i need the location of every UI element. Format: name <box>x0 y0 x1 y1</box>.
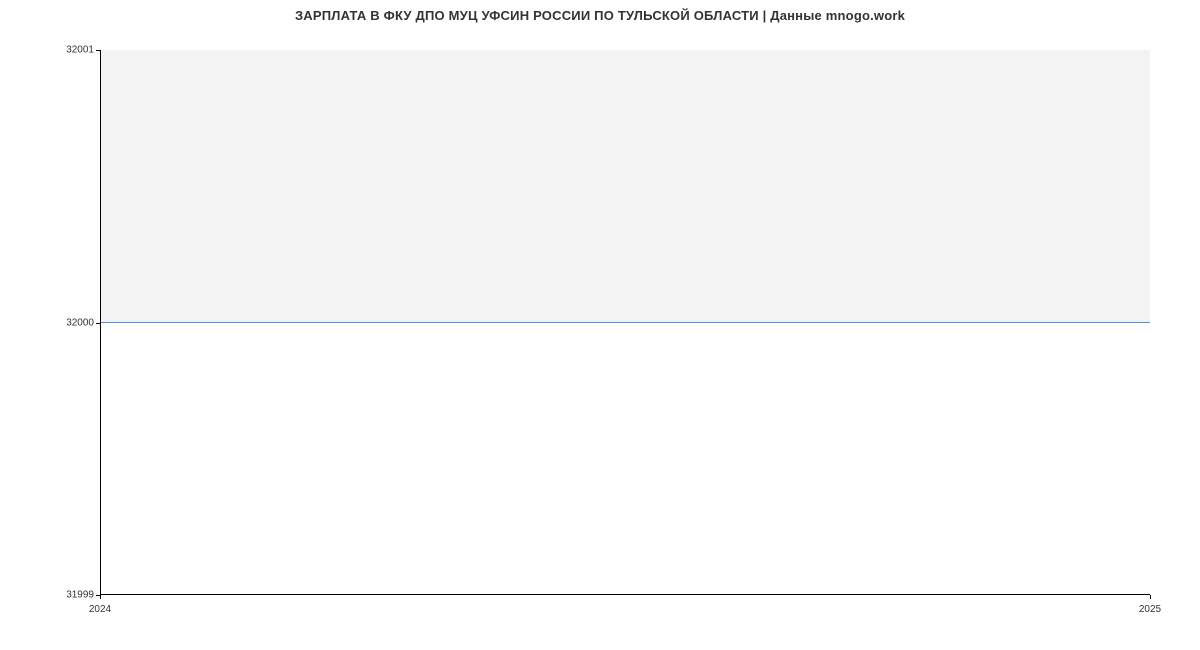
x-tick-label: 2024 <box>89 604 111 615</box>
x-tick-mark <box>1150 595 1151 599</box>
y-tick-label: 31999 <box>66 590 94 601</box>
chart-title: ЗАРПЛАТА В ФКУ ДПО МУЦ УФСИН РОССИИ ПО Т… <box>0 8 1200 23</box>
x-tick-label: 2025 <box>1139 604 1161 615</box>
plot-background-upper <box>101 50 1150 322</box>
data-line <box>101 322 1150 323</box>
y-tick-label: 32000 <box>66 317 94 328</box>
x-tick-mark <box>100 595 101 599</box>
plot-background-lower <box>101 322 1150 594</box>
chart-container: ЗАРПЛАТА В ФКУ ДПО МУЦ УФСИН РОССИИ ПО Т… <box>0 0 1200 650</box>
plot-area <box>100 50 1150 595</box>
y-tick-label: 32001 <box>66 45 94 56</box>
